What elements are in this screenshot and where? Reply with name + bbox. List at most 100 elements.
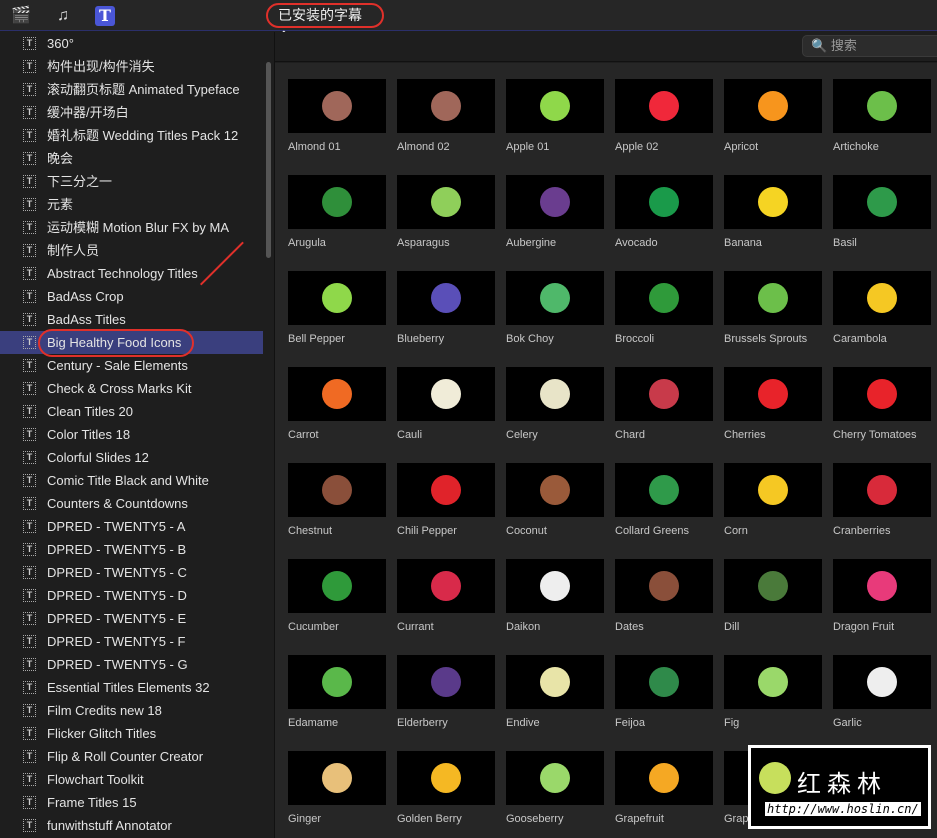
title-tile[interactable]: Almond 01 [288,79,386,153]
sidebar-item-label: funwithstuff Annotator [47,818,172,833]
title-tile[interactable]: Avocado [615,175,713,249]
title-tile[interactable]: Apricot [724,79,822,153]
sidebar-item[interactable]: T Flowchart Toolkit [0,768,263,791]
sidebar-item[interactable]: Tfunwithstuff Annotator [0,814,263,837]
food-icon [867,187,897,217]
sidebar-item[interactable]: T Check & Cross Marks Kit [0,377,263,400]
tile-label: Cherry Tomatoes [833,429,917,441]
title-tile[interactable]: Apple 02 [615,79,713,153]
title-tile[interactable]: Dates [615,559,713,633]
sidebar-item[interactable]: T DPRED - TWENTY5 - D [0,584,263,607]
title-tile[interactable]: Corn [724,463,822,537]
sidebar-item[interactable]: T 运动模糊 Motion Blur FX by MA [0,216,263,239]
title-icon: T [23,681,36,694]
title-tile[interactable]: Cherry Tomatoes [833,367,931,441]
title-tile[interactable]: Edamame [288,655,386,729]
title-tile[interactable]: Chestnut [288,463,386,537]
title-tile[interactable]: Artichoke [833,79,931,153]
title-tile[interactable]: Gooseberry [506,751,604,825]
sidebar-item[interactable]: T Flicker Glitch Titles [0,722,263,745]
title-tile[interactable]: Almond 02 [397,79,495,153]
title-tile[interactable]: Garlic [833,655,931,729]
sidebar-item[interactable]: T 晚会 [0,147,263,170]
title-tile[interactable]: Coconut [506,463,604,537]
title-tile[interactable]: Daikon [506,559,604,633]
title-icon: T [23,83,36,96]
sidebar-item[interactable]: T Essential Titles Elements 32 [0,676,263,699]
title-tile[interactable]: Asparagus [397,175,495,249]
title-tile[interactable]: Ginger [288,751,386,825]
title-tile[interactable]: Cucumber [288,559,386,633]
search-input[interactable]: 🔍 搜索 [802,35,937,57]
food-icon [649,187,679,217]
title-icon: T [23,750,36,763]
title-tile[interactable]: Celery [506,367,604,441]
tile-label: Asparagus [397,237,450,249]
title-tile[interactable]: Currant [397,559,495,633]
title-tile[interactable]: Carrot [288,367,386,441]
title-tile[interactable]: Cauli [397,367,495,441]
sidebar-item[interactable]: T 360° [0,32,263,55]
title-tile[interactable]: Golden Berry [397,751,495,825]
title-tile[interactable]: Feijoa [615,655,713,729]
title-tile[interactable]: Dill [724,559,822,633]
title-tile[interactable]: Fig [724,655,822,729]
title-tile[interactable]: Chard [615,367,713,441]
tile-label: Apple 01 [506,141,550,153]
title-tile[interactable]: Cherries [724,367,822,441]
sidebar-item[interactable]: T DPRED - TWENTY5 - A [0,515,263,538]
titles-icon[interactable]: T [95,6,115,26]
title-icon: T [23,658,36,671]
sidebar-item[interactable]: T 缓冲器/开场白 [0,101,263,124]
music-photo-icon[interactable]: ♫ [53,6,73,26]
food-icon [649,475,679,505]
sidebar-item[interactable]: T Counters & Countdowns [0,492,263,515]
title-tile[interactable]: Elderberry [397,655,495,729]
title-tile[interactable]: Blueberry [397,271,495,345]
sidebar-item[interactable]: T 婚礼标题 Wedding Titles Pack 12 [0,124,263,147]
sidebar-item[interactable]: T BadAss Crop [0,285,263,308]
sidebar-item[interactable]: T 下三分之一 [0,170,263,193]
title-tile[interactable]: Chili Pepper [397,463,495,537]
sidebar-item[interactable]: T Century - Sale Elements [0,354,263,377]
title-tile[interactable]: Dragon Fruit [833,559,931,633]
title-tile[interactable]: Broccoli [615,271,713,345]
sidebar-item[interactable]: T 元素 [0,193,263,216]
title-tile[interactable]: Basil [833,175,931,249]
title-tile[interactable]: Apple 01 [506,79,604,153]
sidebar-item[interactable]: T Color Titles 18 [0,423,263,446]
title-tile[interactable]: Collard Greens [615,463,713,537]
tile-thumbnail [288,271,386,325]
clapper-icon[interactable]: 🎬 [11,6,31,26]
sidebar-item[interactable]: T Colorful Slides 12 [0,446,263,469]
sidebar-item[interactable]: T Film Credits new 18 [0,699,263,722]
title-tile[interactable]: Bell Pepper [288,271,386,345]
title-tile[interactable]: Banana [724,175,822,249]
title-tile[interactable]: Carambola [833,271,931,345]
sidebar-item[interactable]: T DPRED - TWENTY5 - E [0,607,263,630]
sidebar-item[interactable]: T Flip & Roll Counter Creator [0,745,263,768]
title-tile[interactable]: Aubergine [506,175,604,249]
title-tile[interactable]: Grapefruit [615,751,713,825]
sidebar-item[interactable]: T DPRED - TWENTY5 - F [0,630,263,653]
sidebar-item[interactable]: T DPRED - TWENTY5 - G [0,653,263,676]
sidebar-item[interactable]: T Abstract Technology Titles [0,262,263,285]
sidebar-item[interactable]: T 构件出现/构件消失 [0,55,263,78]
tile-thumbnail [724,559,822,613]
browser-toolbar: 🎬 ♫ T 已安装的字幕 ⌃⌄ [0,0,937,44]
sidebar-item[interactable]: T DPRED - TWENTY5 - B [0,538,263,561]
category-selector[interactable]: 已安装的字幕 ⌃⌄ [266,3,384,44]
sidebar-item[interactable]: T Comic Title Black and White [0,469,263,492]
tile-thumbnail [833,559,931,613]
title-tile[interactable]: Cranberries [833,463,931,537]
sidebar-item[interactable]: T BadAss Titles [0,308,263,331]
title-tile[interactable]: Brussels Sprouts [724,271,822,345]
sidebar-item[interactable]: T DPRED - TWENTY5 - C [0,561,263,584]
title-tile[interactable]: Arugula [288,175,386,249]
title-tile[interactable]: Endive [506,655,604,729]
title-tile[interactable]: Bok Choy [506,271,604,345]
sidebar-scrollbar[interactable] [266,62,271,258]
sidebar-item[interactable]: T 滚动翻页标题 Animated Typeface [0,78,263,101]
sidebar-item[interactable]: T Clean Titles 20 [0,400,263,423]
sidebar-item[interactable]: T Frame Titles 15 [0,791,263,814]
